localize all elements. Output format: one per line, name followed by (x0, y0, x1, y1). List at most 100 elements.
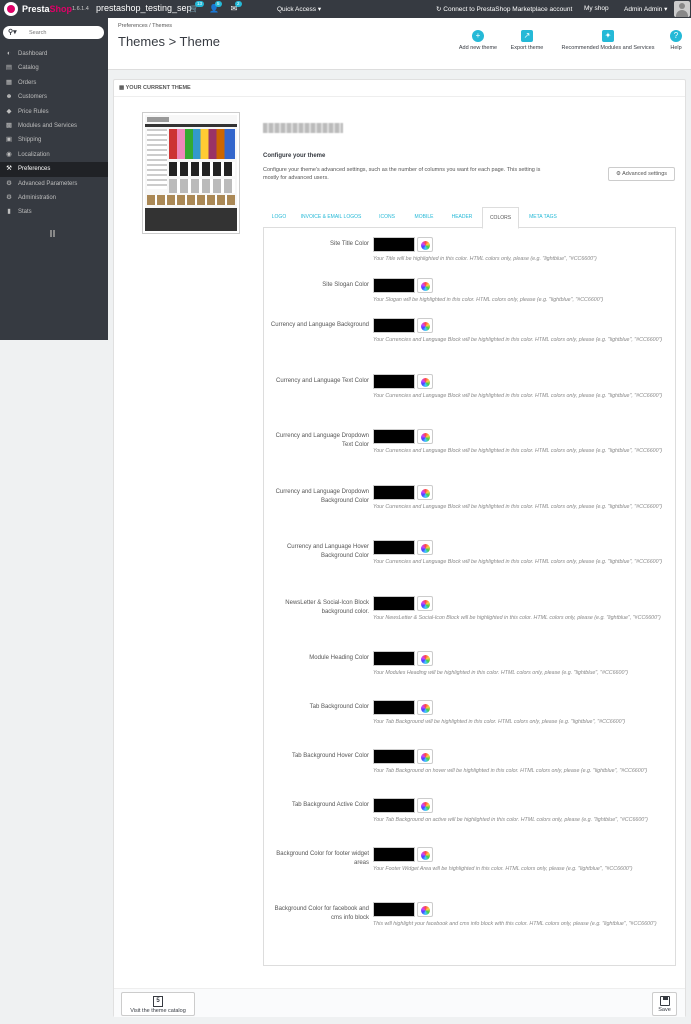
color-picker-icon[interactable] (417, 749, 433, 764)
shop-name-link[interactable]: prestashop_testing_sep (96, 3, 192, 13)
save-button[interactable]: Save (652, 992, 677, 1016)
sidebar-item-preferences[interactable]: ⚒ Preferences (0, 162, 108, 177)
field-help-text: Your Currencies and Language Block will … (373, 448, 663, 454)
sidebar-item-dashboard[interactable]: ◐ Dashboard (0, 47, 108, 61)
sidebar-item-shipping[interactable]: ▣ Shipping (0, 133, 108, 147)
color-picker-icon[interactable] (417, 278, 433, 293)
field-help-text: Your Currencies and Language Block will … (373, 393, 663, 399)
export-theme-button[interactable]: ↗ Export theme (506, 30, 548, 51)
quick-access-dropdown[interactable]: Quick Access ▾ (277, 5, 321, 13)
field-help-text: This will highlight your facebook and cm… (373, 921, 657, 927)
panel-heading-label: YOUR CURRENT THEME (125, 85, 191, 91)
color-swatch-input[interactable] (373, 278, 415, 293)
color-swatch-input[interactable] (373, 902, 415, 917)
tab-header[interactable]: HEADER (446, 207, 478, 228)
brand-logo-text[interactable]: PrestaShop (22, 4, 72, 14)
color-swatch-input[interactable] (373, 596, 415, 611)
color-picker-icon[interactable] (417, 700, 433, 715)
color-picker-icon[interactable] (417, 374, 433, 389)
messages-icon[interactable]: ✉ 2 (229, 1, 242, 14)
advanced-settings-label: Advanced settings (622, 171, 668, 177)
color-picker-icon[interactable] (417, 651, 433, 666)
search-input[interactable] (29, 28, 99, 37)
color-picker-icon[interactable] (417, 540, 433, 555)
page-title: Themes > Theme (118, 34, 221, 49)
color-swatch-input[interactable] (373, 318, 415, 333)
price-rules-icon: ◆ (6, 107, 12, 115)
color-swatch-input[interactable] (373, 700, 415, 715)
field-help-text: Your Modules Heading will be highlighted… (373, 670, 629, 676)
theme-name (263, 123, 343, 133)
tab-logo[interactable]: LOGO (267, 207, 291, 228)
color-picker-icon[interactable] (417, 596, 433, 611)
sidebar-item-administration[interactable]: ⚙ Administration (0, 191, 108, 205)
color-swatch-input[interactable] (373, 798, 415, 813)
visit-theme-catalog-button[interactable]: 5 Visit the theme catalog (121, 992, 195, 1016)
sidebar-item-modules[interactable]: ▩ Modules and Services (0, 119, 108, 133)
field-label: Currency and Language Hover Background C… (286, 544, 369, 559)
my-shop-link[interactable]: My shop (584, 5, 609, 12)
help-button[interactable]: ? Help (666, 30, 686, 51)
color-swatch-input[interactable] (373, 749, 415, 764)
sidebar-nav: ◐ Dashboard ▤ Catalog ▦ Orders ☻ Customers ◆… (0, 47, 108, 220)
recommended-modules-button[interactable]: ✦ Recommended Modules and Services (552, 30, 664, 51)
sidebar-item-customers[interactable]: ☻ Customers (0, 90, 108, 104)
breadcrumb[interactable]: Preferences / Themes (118, 23, 172, 29)
toolbar-label: Export theme (510, 45, 544, 51)
theme-tabs: LOGO INVOICE & EMAIL LOGOS ICONS MOBILE … (263, 207, 676, 229)
localization-icon: ◉ (6, 150, 12, 158)
field-label: Background Color for footer widget areas (276, 851, 369, 866)
color-picker-icon[interactable] (417, 237, 433, 252)
color-swatch-input[interactable] (373, 237, 415, 252)
avatar[interactable] (674, 1, 690, 17)
sidebar-item-label: Preferences (18, 166, 51, 173)
sidebar-item-label: Catalog (18, 65, 39, 72)
color-swatch-input[interactable] (373, 485, 415, 500)
field-label: Module Heading Color (309, 655, 369, 661)
cart-icon[interactable]: 🛒 13 (189, 1, 205, 14)
customers-icon[interactable]: 👤 5 (209, 1, 222, 14)
sidebar-item-localization[interactable]: ◉ Localization (0, 148, 108, 162)
sidebar-item-price-rules[interactable]: ◆ Price Rules (0, 105, 108, 119)
prestashop-logo-icon[interactable] (4, 2, 18, 16)
tab-icons[interactable]: ICONS (373, 207, 401, 228)
field-label: Currency and Language Dropdown Text Colo… (275, 433, 369, 448)
sidebar-item-advanced-parameters[interactable]: ⚙ Advanced Parameters (0, 177, 108, 191)
color-swatch-input[interactable] (373, 540, 415, 555)
sidebar-item-orders[interactable]: ▦ Orders (0, 76, 108, 90)
toolbar-label: Add new theme (458, 45, 498, 51)
field-label: Tab Background Color (309, 704, 369, 710)
admin-menu-dropdown[interactable]: Admin Admin ▾ (624, 5, 667, 13)
connect-marketplace-link[interactable]: ↻ Connect to PrestaShop Marketplace acco… (436, 5, 572, 13)
color-swatch-input[interactable] (373, 374, 415, 389)
advanced-settings-button[interactable]: ⚙ Advanced settings (608, 167, 675, 181)
sidebar-item-catalog[interactable]: ▤ Catalog (0, 61, 108, 75)
help-icon: ? (670, 30, 682, 42)
tab-invoice-email-logos[interactable]: INVOICE & EMAIL LOGOS (297, 207, 365, 228)
modules-icon: ▩ (5, 121, 13, 129)
color-picker-icon[interactable] (417, 485, 433, 500)
shipping-icon: ▣ (5, 136, 13, 144)
add-new-theme-button[interactable]: + Add new theme (453, 30, 503, 51)
color-picker-icon[interactable] (417, 429, 433, 444)
configure-description: Configure your theme's advanced settings… (263, 167, 541, 181)
color-picker-icon[interactable] (417, 847, 433, 862)
catalog-icon: ▤ (5, 64, 13, 72)
tab-meta-tags[interactable]: META TAGS (522, 207, 564, 228)
color-picker-icon[interactable] (417, 318, 433, 333)
color-swatch-input[interactable] (373, 429, 415, 444)
tab-mobile[interactable]: MOBILE (408, 207, 440, 228)
color-swatch-input[interactable] (373, 651, 415, 666)
search-icon[interactable]: ⚲▾ (8, 28, 17, 36)
color-picker-icon[interactable] (417, 902, 433, 917)
tab-colors[interactable]: COLORS (482, 207, 519, 229)
preferences-icon: ⚒ (6, 165, 12, 173)
sidebar-item-stats[interactable]: ▮ Stats (0, 205, 108, 219)
collapse-sidebar-icon[interactable] (50, 230, 55, 237)
field-label: Site Slogan Color (322, 282, 369, 288)
colors-form: Site Title Color Your Title will be high… (263, 228, 676, 966)
color-picker-icon[interactable] (417, 798, 433, 813)
sidebar-item-label: Advanced Parameters (18, 180, 78, 187)
sidebar-item-label: Administration (18, 194, 57, 201)
color-swatch-input[interactable] (373, 847, 415, 862)
